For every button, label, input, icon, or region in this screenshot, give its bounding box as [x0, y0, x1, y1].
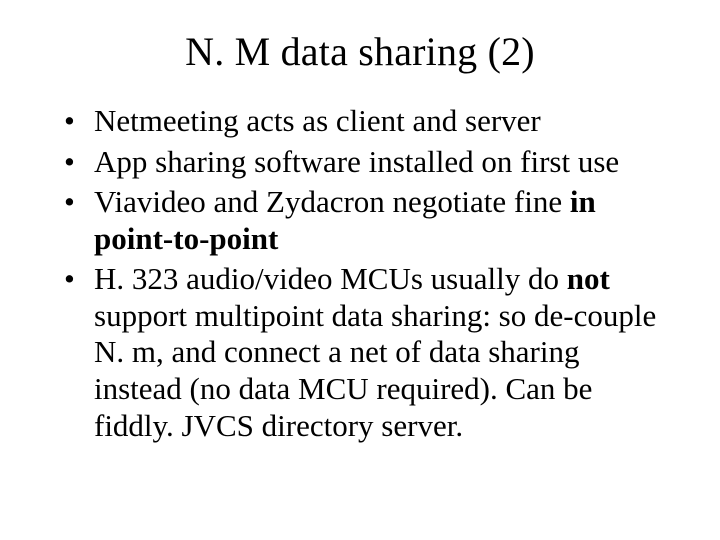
bullet-text: Netmeeting acts as client and server	[94, 103, 541, 138]
bullet-list: Netmeeting acts as client and server App…	[54, 103, 666, 444]
bullet-text: H. 323 audio/video MCUs usually do	[94, 261, 567, 296]
bullet-bold: not	[567, 261, 610, 296]
list-item: Netmeeting acts as client and server	[64, 103, 666, 140]
list-item: App sharing software installed on first …	[64, 144, 666, 181]
slide-title: N. M data sharing (2)	[54, 28, 666, 75]
bullet-text: App sharing software installed on first …	[94, 144, 619, 179]
list-item: Viavideo and Zydacron negotiate fine in …	[64, 184, 666, 257]
list-item: H. 323 audio/video MCUs usually do not s…	[64, 261, 666, 444]
slide: N. M data sharing (2) Netmeeting acts as…	[0, 0, 720, 540]
bullet-text: support multipoint data sharing: so de-c…	[94, 298, 656, 443]
bullet-text: Viavideo and Zydacron negotiate fine	[94, 184, 570, 219]
